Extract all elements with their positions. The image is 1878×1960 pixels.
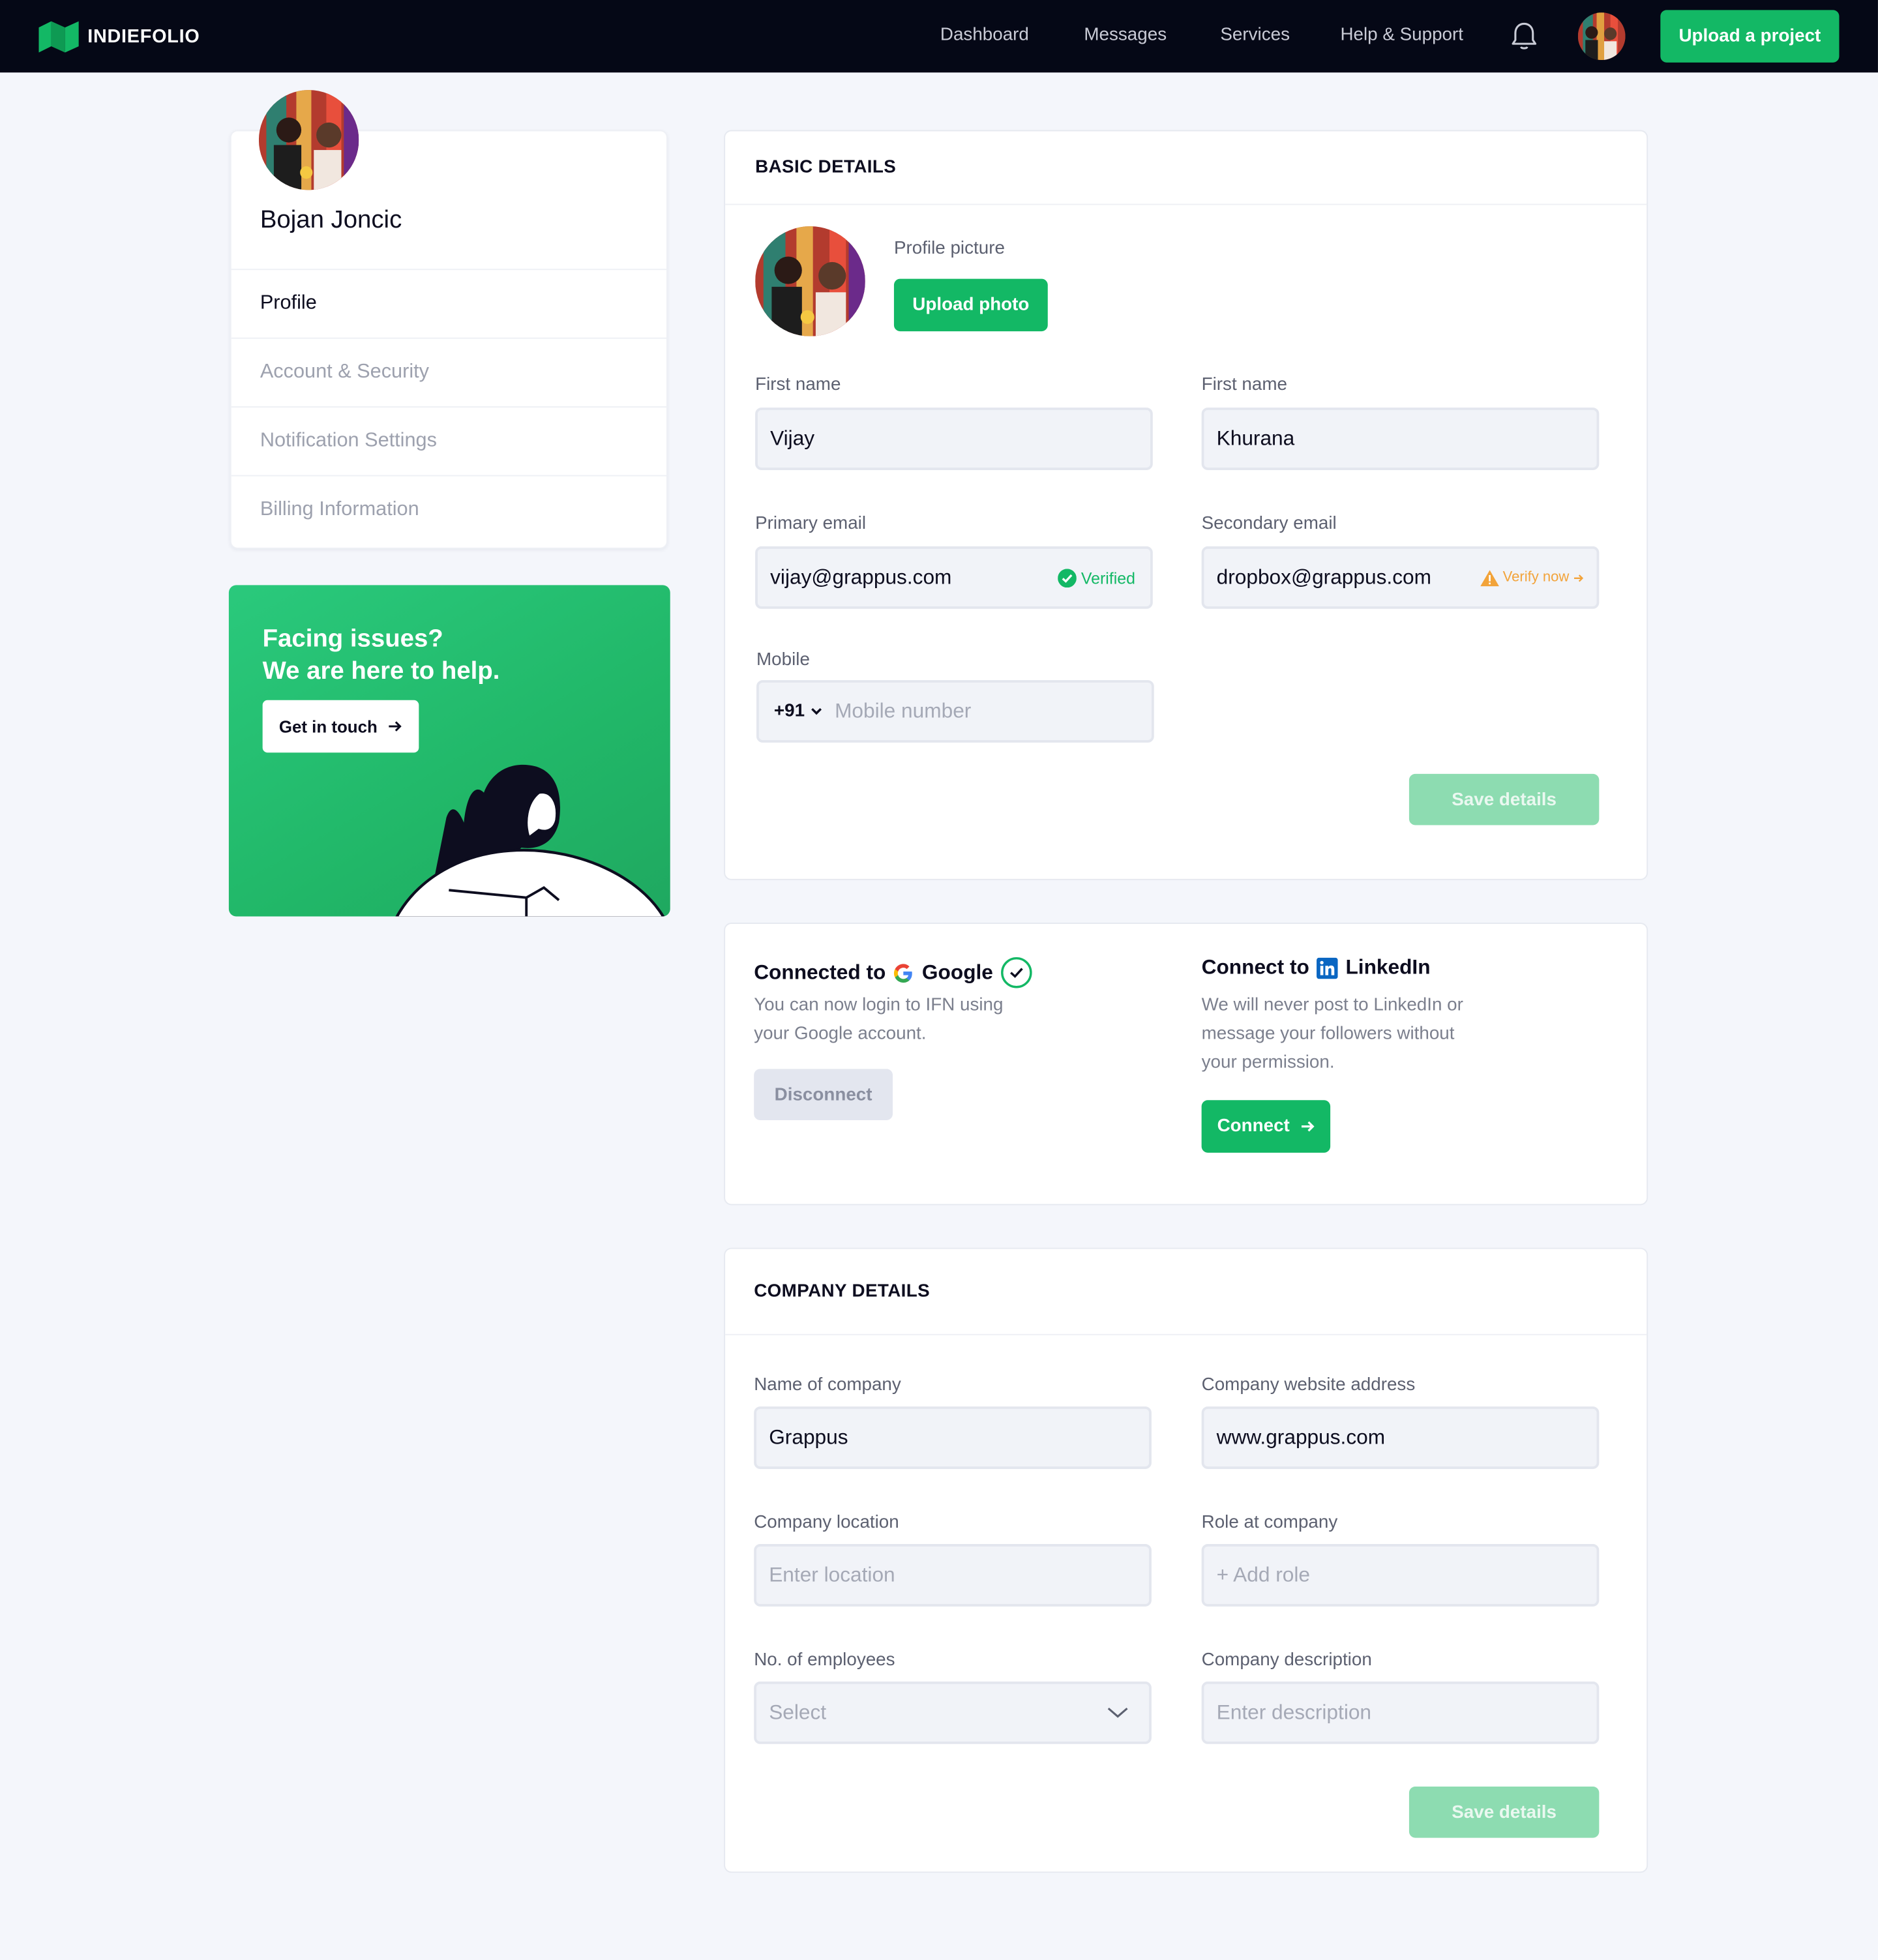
help-title-line1: Facing issues?	[262, 625, 443, 653]
check-circle-icon	[1057, 568, 1077, 587]
company-details-heading: COMPANY DETAILS	[725, 1249, 1647, 1335]
chevron-down-icon	[1107, 1707, 1128, 1718]
nav-help-support[interactable]: Help & Support	[1340, 25, 1463, 45]
get-in-touch-label: Get in touch	[278, 717, 378, 736]
employees-label: No. of employees	[754, 1650, 895, 1670]
google-icon	[894, 963, 913, 983]
company-website-input[interactable]: www.grappus.com	[1201, 1406, 1600, 1469]
upload-photo-button[interactable]: Upload photo	[893, 278, 1048, 332]
connections-card: Connected to Google You can now login to…	[724, 923, 1648, 1206]
first-name-input[interactable]: Vijay	[755, 408, 1153, 470]
profile-avatar	[258, 90, 359, 190]
profile-name: Bojan Joncic	[260, 206, 402, 234]
company-website-label: Company website address	[1201, 1375, 1416, 1395]
google-connection-text: You can now login to IFN using your Goog…	[754, 991, 1003, 1048]
linkedin-icon	[1317, 957, 1338, 979]
profile-picture-label: Profile picture	[893, 239, 1005, 259]
disconnect-google-button[interactable]: Disconnect	[754, 1069, 893, 1120]
company-name-input[interactable]: Grappus	[754, 1406, 1152, 1469]
linkedin-text-line3: your permission.	[1201, 1052, 1335, 1073]
secondary-email-input[interactable]: dropbox@grappus.com Verify now	[1201, 546, 1600, 609]
basic-details-card: BASIC DETAILS Profile picture Upload pho…	[724, 130, 1648, 880]
warning-icon	[1480, 569, 1499, 586]
company-details-card: COMPANY DETAILS Name of company Grappus …	[724, 1247, 1648, 1873]
mobile-placeholder: Mobile number	[835, 699, 972, 722]
arrow-right-icon	[1301, 1121, 1314, 1132]
google-name: Google	[921, 960, 993, 984]
avatar-image	[755, 226, 865, 336]
nav-messages[interactable]: Messages	[1084, 25, 1167, 45]
nav-services[interactable]: Services	[1220, 25, 1290, 45]
verified-badge: Verified	[1057, 568, 1135, 587]
sidebar-item-billing-information[interactable]: Billing Information	[231, 475, 666, 544]
google-connection-title: Connected to Google	[754, 957, 1033, 989]
sidebar-item-account-security[interactable]: Account & Security	[231, 337, 666, 406]
check-circle-icon	[1001, 957, 1033, 988]
verified-label: Verified	[1081, 568, 1135, 587]
google-connection-prefix: Connected to	[754, 960, 886, 984]
employees-select[interactable]: Select	[754, 1681, 1152, 1744]
linkedin-connection-text: We will never post to LinkedIn or messag…	[1202, 991, 1463, 1077]
user-avatar[interactable]	[1577, 12, 1626, 61]
sidebar-item-profile[interactable]: Profile	[231, 269, 666, 337]
get-in-touch-button[interactable]: Get in touch	[262, 700, 419, 753]
linkedin-name: LinkedIn	[1345, 956, 1431, 979]
save-company-details-button[interactable]: Save details	[1408, 1786, 1600, 1838]
brand-name: INDIEFOLIO	[87, 25, 200, 47]
linkedin-connection-title: Connect to LinkedIn	[1202, 957, 1431, 980]
mobile-input[interactable]: +91 Mobile number	[756, 680, 1154, 743]
avatar-image	[1577, 12, 1626, 61]
secondary-email-value: dropbox@grappus.com	[1216, 565, 1431, 589]
last-name-label: First name	[1201, 375, 1287, 395]
arrow-right-icon	[1574, 574, 1584, 582]
google-text-line1: You can now login to IFN using	[754, 995, 1004, 1015]
avatar-image	[258, 90, 359, 190]
company-description-label: Company description	[1201, 1650, 1372, 1670]
connect-linkedin-button[interactable]: Connect	[1201, 1100, 1331, 1153]
profile-picture-preview	[755, 226, 865, 336]
google-text-line2: your Google account.	[754, 1024, 927, 1045]
company-description-input[interactable]: Enter description	[1201, 1681, 1600, 1744]
sidebar-item-notification-settings[interactable]: Notification Settings	[231, 406, 666, 475]
secondary-email-label: Secondary email	[1201, 514, 1337, 534]
arrow-right-icon	[389, 721, 402, 732]
indiefolio-logo-icon	[38, 21, 79, 53]
verify-now-link[interactable]: Verify now	[1480, 569, 1584, 586]
employees-placeholder: Select	[769, 1700, 827, 1724]
primary-email-input[interactable]: vijay@grappus.com Verified	[755, 546, 1153, 609]
profile-nav-card: Bojan Joncic Profile Account & Security …	[230, 130, 668, 549]
brand[interactable]: INDIEFOLIO	[38, 20, 200, 53]
chevron-down-icon	[811, 707, 822, 715]
help-card: Facing issues? We are here to help. Get …	[228, 585, 670, 917]
verify-now-label: Verify now	[1502, 570, 1570, 586]
linkedin-text-line1: We will never post to LinkedIn or	[1201, 995, 1463, 1015]
first-name-label: First name	[755, 375, 841, 395]
country-code-value: +91	[773, 701, 805, 722]
help-title-line2: We are here to help.	[262, 657, 500, 685]
linkedin-connection-prefix: Connect to	[1201, 956, 1309, 979]
top-navbar: INDIEFOLIO Dashboard Messages Services H…	[0, 0, 1878, 73]
mobile-label: Mobile	[756, 650, 810, 670]
company-location-label: Company location	[754, 1513, 899, 1533]
role-input[interactable]: + Add role	[1201, 1543, 1600, 1607]
last-name-input[interactable]: Khurana	[1201, 408, 1600, 470]
connect-linkedin-label: Connect	[1217, 1116, 1290, 1136]
person-illustration	[395, 764, 665, 917]
role-label: Role at company	[1201, 1513, 1338, 1533]
nav-dashboard[interactable]: Dashboard	[940, 25, 1029, 45]
bell-icon[interactable]	[1510, 22, 1538, 52]
upload-project-button[interactable]: Upload a project	[1660, 10, 1840, 63]
help-title: Facing issues? We are here to help.	[263, 623, 500, 688]
country-code-select[interactable]: +91	[773, 701, 822, 722]
company-location-input[interactable]: Enter location	[754, 1543, 1152, 1607]
save-basic-details-button[interactable]: Save details	[1408, 773, 1600, 825]
company-name-label: Name of company	[754, 1375, 901, 1395]
primary-email-label: Primary email	[755, 514, 867, 534]
linkedin-text-line2: message your followers without	[1201, 1024, 1455, 1045]
basic-details-heading: BASIC DETAILS	[725, 131, 1647, 205]
primary-email-value: vijay@grappus.com	[770, 565, 952, 589]
